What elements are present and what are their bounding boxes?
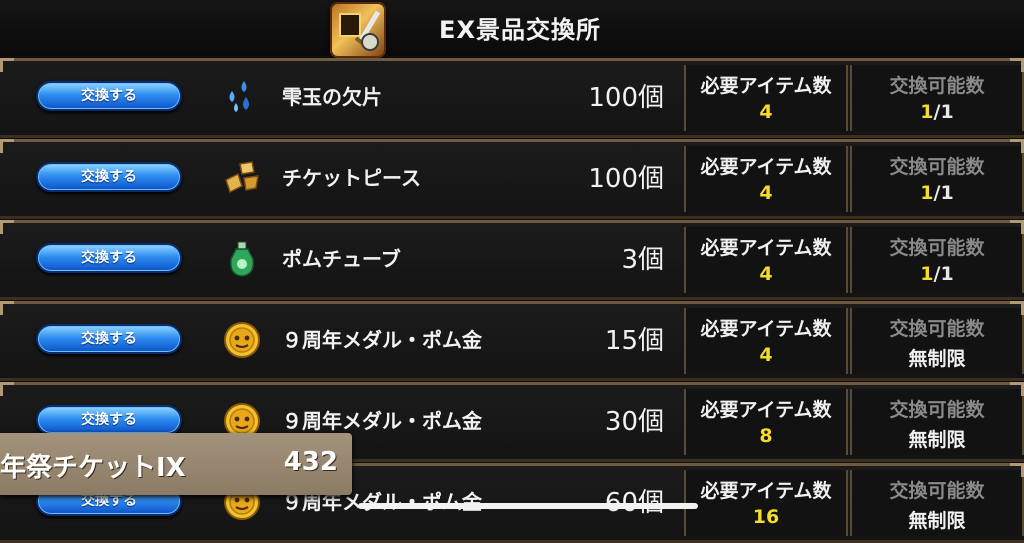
item-quantity: 3個 [621,245,664,275]
item-name: ９周年メダル・ポム金 [282,328,482,352]
limit-label: 交換可能数 [889,156,985,178]
required-value: 8 [759,425,773,447]
limit-total: /1 [933,101,954,123]
ex-shop-emblem-icon [330,2,386,58]
limit-current: 1 [920,101,934,123]
page-title: EX景品交換所 [439,16,601,44]
required-items-panel: 必要アイテム数 4 [684,227,848,293]
required-label: 必要アイテム数 [700,399,832,421]
droplet-shards-icon [222,77,262,117]
required-items-panel: 必要アイテム数 16 [684,470,848,536]
required-items-panel: 必要アイテム数 4 [684,146,848,212]
exchange-button[interactable]: 交換する [36,243,182,273]
limit-value: 無制限 [908,429,966,451]
ticket-balance-panel: 年祭チケットIX 432 [0,433,352,495]
potion-bottle-icon [222,239,262,279]
exchange-limit-panel: 交換可能数 無制限 [850,389,1024,455]
item-quantity: 30個 [604,407,664,437]
item-quantity: 100個 [588,83,664,113]
required-label: 必要アイテム数 [700,75,832,97]
limit-label: 交換可能数 [889,480,985,502]
required-items-panel: 必要アイテム数 8 [684,389,848,455]
limit-label: 交換可能数 [889,75,985,97]
required-value: 16 [752,506,780,528]
exchange-button[interactable]: 交換する [36,81,182,111]
limit-label: 交換可能数 [889,399,985,421]
exchange-limit-panel: 交換可能数 無制限 [850,470,1024,536]
item-quantity: 60個 [560,482,664,519]
ticket-name: 年祭チケットIX [0,453,186,483]
exchange-row: 交換する チケットピース 100個 必要アイテム数 4 交換可能数 1/1 [0,139,1024,219]
limit-label: 交換可能数 [889,237,985,259]
limit-label: 交換可能数 [889,318,985,340]
exchange-limit-panel: 交換可能数 1/1 [850,227,1024,293]
header-bar: EX景品交換所 [0,0,1024,58]
required-label: 必要アイテム数 [700,318,832,340]
limit-value: 無制限 [908,510,966,532]
item-quantity: 15個 [604,326,664,356]
limit-value: 無制限 [908,348,966,370]
exchange-row: 交換する 雫玉の欠片 100個 必要アイテム数 4 交換可能数 1/1 [0,58,1024,138]
limit-value: 1/1 [852,182,1022,204]
required-value: 4 [759,344,773,366]
limit-value: 1/1 [852,263,1022,285]
ticket-pieces-icon [222,158,262,198]
ticket-count: 432 [283,447,338,477]
required-value: 4 [759,182,773,204]
required-items-panel: 必要アイテム数 4 [684,308,848,374]
item-name: ポムチューブ [282,247,401,271]
limit-total: /1 [933,263,954,285]
home-indicator[interactable] [358,503,698,509]
exchange-limit-panel: 交換可能数 無制限 [850,308,1024,374]
required-label: 必要アイテム数 [700,156,832,178]
exchange-button[interactable]: 交換する [36,162,182,192]
required-label: 必要アイテム数 [700,480,832,502]
gold-medal-icon [222,320,262,360]
item-quantity: 100個 [588,164,664,194]
exchange-row: 交換する ９周年メダル・ポム金 15個 必要アイテム数 4 交換可能数 無制限 [0,301,1024,381]
exchange-limit-panel: 交換可能数 1/1 [850,146,1024,212]
limit-total: /1 [933,182,954,204]
required-value: 4 [759,263,773,285]
required-value: 4 [759,101,773,123]
item-name: 雫玉の欠片 [282,85,382,109]
required-label: 必要アイテム数 [700,237,832,259]
exchange-limit-panel: 交換可能数 1/1 [850,65,1024,131]
exchange-button[interactable]: 交換する [36,324,182,354]
limit-current: 1 [920,182,934,204]
limit-current: 1 [920,263,934,285]
exchange-row: 交換する ポムチューブ 3個 必要アイテム数 4 交換可能数 1/1 [0,220,1024,300]
item-name: ９周年メダル・ポム金 [282,409,482,433]
exchange-button[interactable]: 交換する [36,405,182,435]
limit-value: 1/1 [852,101,1022,123]
item-name: チケットピース [282,166,421,190]
required-items-panel: 必要アイテム数 4 [684,65,848,131]
